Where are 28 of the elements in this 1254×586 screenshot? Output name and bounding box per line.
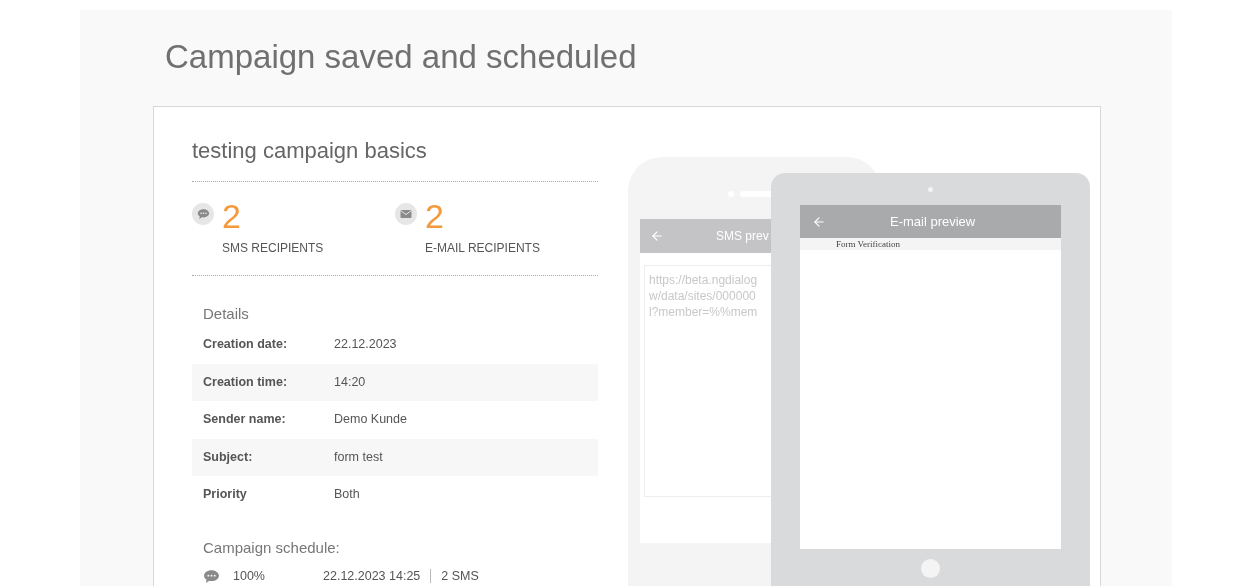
sms-preview-title: SMS prev [716, 228, 769, 245]
details-value: form test [334, 448, 383, 466]
details-heading: Details [203, 304, 250, 324]
email-subject-strip: Form Verification [800, 238, 1061, 250]
details-value: 22.12.2023 [334, 336, 397, 354]
page-title: Campaign saved and scheduled [165, 40, 638, 73]
details-label: Subject: [203, 448, 254, 466]
details-label: Creation time: [203, 373, 289, 391]
campaign-name: testing campaign basics [192, 136, 598, 182]
details-label: Sender name: [203, 411, 287, 429]
chat-icon [196, 208, 210, 220]
recipient-label: SMS RECIPIENTS [222, 241, 324, 255]
schedule-percent: 100% [233, 569, 266, 583]
email-preview-title: E-mail preview [890, 212, 976, 231]
details-value: 14:20 [334, 373, 366, 391]
schedule-amount: 2 SMS [440, 569, 479, 583]
recipient-count: 2 [425, 199, 445, 233]
details-value: Both [334, 486, 360, 504]
recipient-label: E-MAIL RECIPIENTS [425, 241, 540, 255]
schedule-heading: Campaign schedule: [203, 537, 341, 558]
schedule-datetime: 22.12.2023 14:25 [323, 569, 432, 583]
details-value: Demo Kunde [334, 411, 407, 429]
back-arrow-icon [812, 214, 826, 229]
details-label: Creation date: [203, 336, 289, 354]
back-arrow-icon [650, 229, 664, 243]
envelope-icon [395, 203, 417, 225]
details-label: Priority [203, 486, 248, 504]
recipient-count: 2 [222, 199, 242, 233]
